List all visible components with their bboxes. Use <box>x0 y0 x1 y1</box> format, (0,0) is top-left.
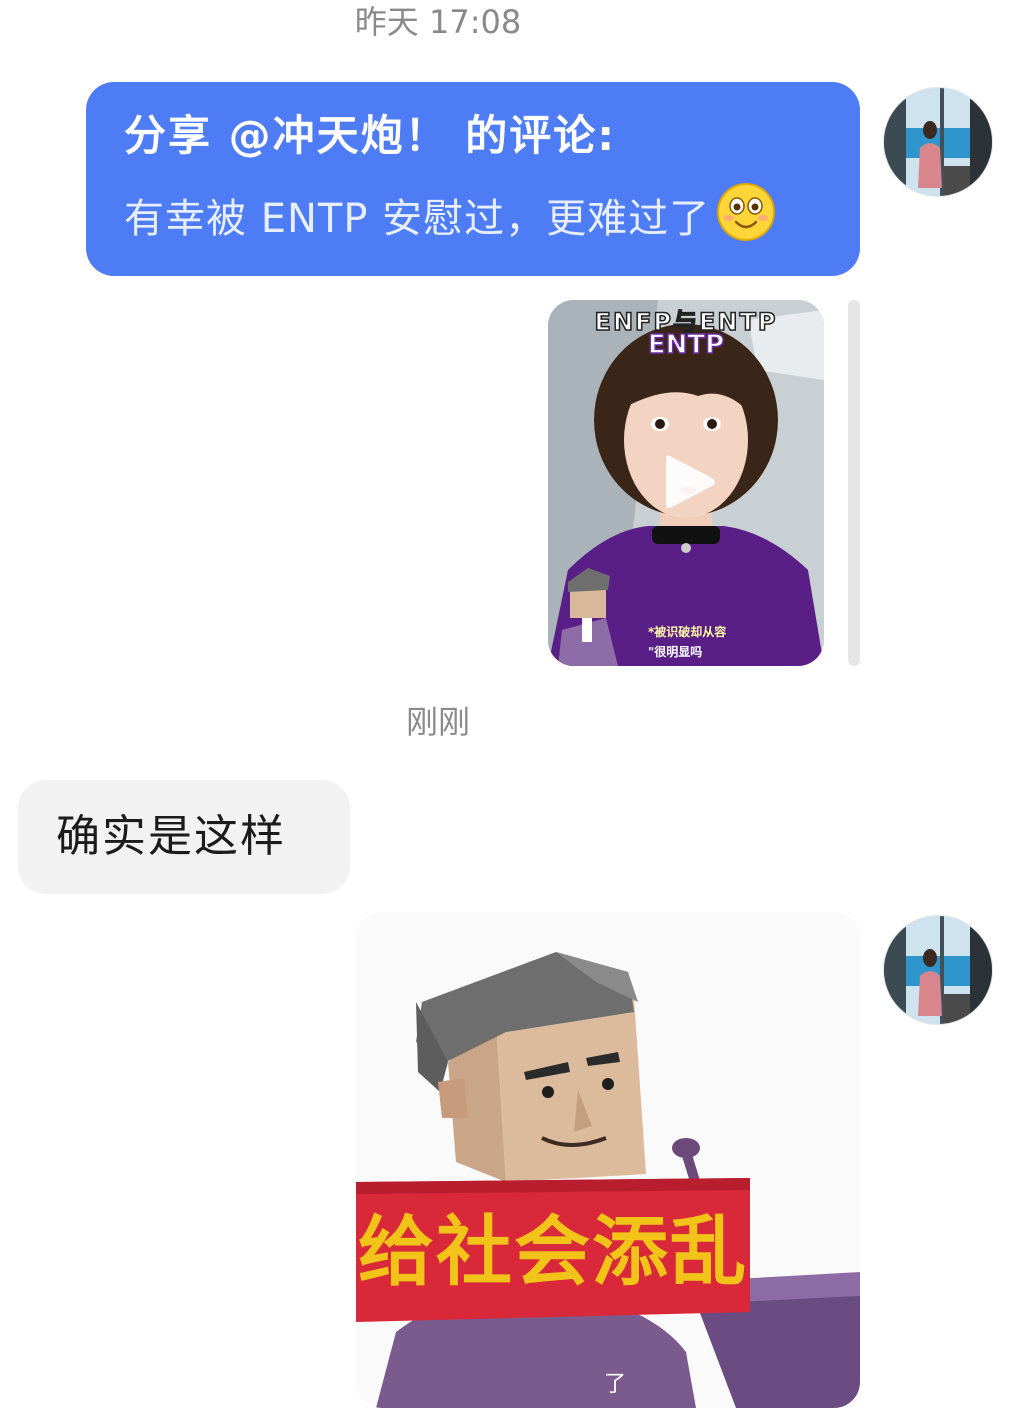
sticker-banner-text: 给社会添乱 <box>358 1207 748 1296</box>
shared-comment-bubble[interactable]: 分享 @冲天炮！ 的评论: 有幸被 ENTP 安慰过，更难过了 <box>86 82 860 276</box>
video-caption: *被识破却从容 <box>648 625 727 639</box>
share-title: 分享 @冲天炮！ 的评论: <box>124 111 617 160</box>
chat-conversation: 昨天 17:08 分享 @冲天炮！ 的评论: 有幸被 ENTP 安慰过，更难过了 <box>0 0 1028 1408</box>
video-subtitle: ENTP <box>647 329 725 361</box>
avatar[interactable] <box>884 916 992 1024</box>
video-caption: "很明显吗 <box>648 645 703 659</box>
play-icon[interactable] <box>656 450 720 514</box>
avatar[interactable] <box>884 88 992 196</box>
scrollbar[interactable] <box>848 300 860 666</box>
sticker-caption: 了 <box>604 1372 627 1397</box>
reply-message-bubble[interactable]: 确实是这样 <box>18 780 350 894</box>
timestamp-yesterday: 昨天 17:08 <box>354 3 522 41</box>
sticker-image[interactable]: 给社会添乱 了 <box>356 912 860 1408</box>
share-comment-row: 有幸被 ENTP 安慰过，更难过了 <box>124 182 826 247</box>
video-card[interactable]: ENFP与ENTP ENTP *被识破却从容 "很明显吗 <box>548 300 824 666</box>
share-comment-text: 有幸被 ENTP 安慰过，更难过了 <box>124 196 711 242</box>
grinning-face-icon <box>716 182 776 242</box>
timestamp-just-now: 刚刚 <box>405 703 470 741</box>
